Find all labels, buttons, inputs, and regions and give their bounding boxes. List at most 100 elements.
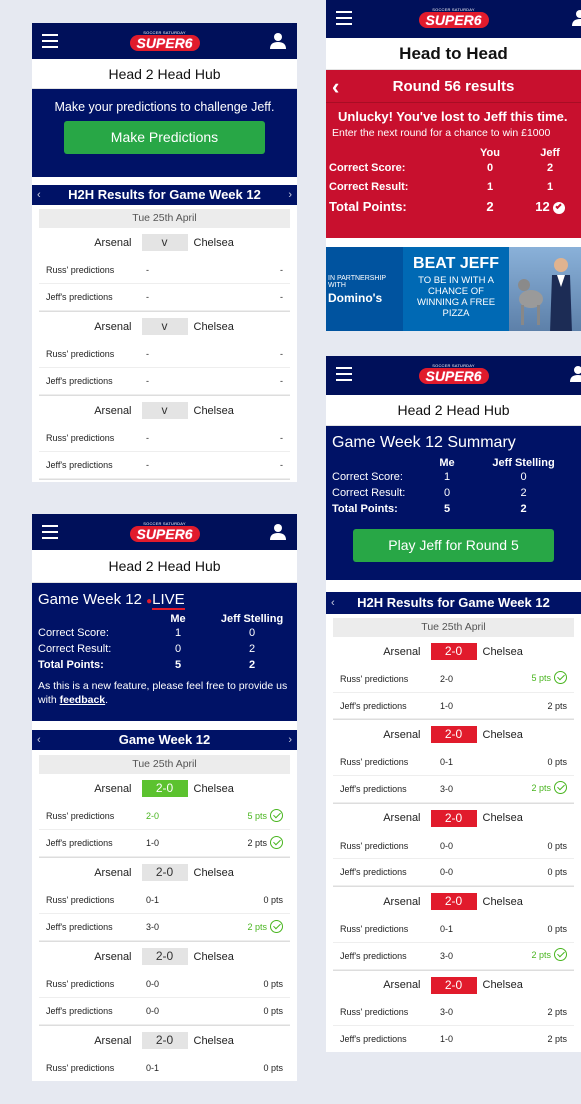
hamburger-menu-icon[interactable] — [336, 11, 352, 25]
home-team: Arsenal — [94, 236, 132, 249]
prediction-score: 1-0 — [440, 1034, 454, 1045]
prediction-name: Russ' predictions — [46, 811, 115, 821]
prediction-name: Jeff's predictions — [340, 1034, 407, 1045]
match-header: Arsenal 2-0 Chelsea — [326, 637, 581, 666]
prediction-score: 0-1 — [440, 757, 454, 768]
gameweek-summary: Game Week 12 Summary Me Jeff Stelling Cor… — [326, 426, 581, 580]
lost-message: Unlucky! You've lost to Jeff this time. — [338, 109, 568, 124]
user-icon[interactable] — [571, 9, 581, 27]
home-team: Arsenal — [383, 812, 421, 825]
summary-me: 5 — [443, 503, 451, 515]
logo-title: SUPER6 — [129, 526, 200, 542]
play-jeff-button[interactable]: Play Jeff for Round 5 — [353, 529, 554, 562]
prediction-row: Russ' predictions 0-1 0 pts — [333, 916, 574, 943]
match-header: Arsenal 2-0 Chelsea — [326, 971, 581, 1000]
summary-jeff: 0 — [520, 471, 527, 483]
prediction-score: 3-0 — [440, 783, 454, 794]
make-predictions-button[interactable]: Make Predictions — [64, 121, 265, 154]
col-jeff: Jeff Stelling — [220, 613, 284, 625]
points-value: 5 pts — [531, 673, 551, 684]
summary-jeff: 2 — [520, 503, 527, 515]
round-jeff: 1 — [520, 178, 580, 197]
match-score: 2-0 — [430, 893, 477, 911]
summary-jeff: 2 — [248, 659, 256, 671]
feedback-link[interactable]: feedback — [60, 694, 106, 706]
live-badge: LIVE — [152, 591, 185, 610]
prediction-points: 0 pts — [223, 895, 283, 905]
super6-logo[interactable]: SOCCER SATURDAY SUPER6 — [418, 363, 489, 384]
prediction-name: Russ' predictions — [46, 433, 115, 443]
jeff-photo — [509, 247, 581, 331]
prediction-row: Russ' predictions 0-1 0 pts — [39, 1055, 290, 1081]
summary-row: Correct Score: 1 0 — [332, 469, 575, 485]
dominos-banner[interactable]: IN PARTNERSHIP WITH Domino's BEAT JEFF T… — [326, 247, 581, 331]
away-team: Chelsea — [482, 895, 523, 908]
summary-me: 5 — [174, 659, 182, 671]
results-bar-title: Game Week 12 — [118, 732, 211, 747]
points-value: 2 pts — [547, 700, 567, 711]
match-date: Tue 25th April — [39, 755, 290, 774]
chevron-left-icon[interactable]: ‹ — [332, 70, 339, 103]
round-row: Total Points: 2 12 — [326, 197, 581, 216]
match-header: Arsenal 2-0 Chelsea — [326, 804, 581, 833]
prediction-name: Russ' predictions — [46, 349, 115, 359]
user-icon[interactable] — [569, 365, 581, 383]
prediction-points: - — [223, 349, 283, 359]
chevron-left-icon[interactable]: ‹ — [37, 185, 41, 205]
hamburger-menu-icon[interactable] — [336, 367, 352, 381]
round-jeff: 12 — [520, 197, 580, 216]
away-team: Chelsea — [482, 728, 523, 741]
round-row: Correct Result: 1 1 — [326, 178, 581, 197]
chevron-right-icon[interactable]: › — [288, 185, 292, 205]
user-icon[interactable] — [269, 32, 287, 50]
chevron-left-icon[interactable]: ‹ — [331, 592, 335, 614]
points-value: - — [280, 265, 283, 275]
prediction-name: Russ' predictions — [340, 757, 409, 768]
prediction-score: 1-0 — [440, 700, 454, 711]
round-you: 2 — [486, 199, 494, 214]
jeff-illustration — [518, 258, 572, 331]
hamburger-menu-icon[interactable] — [42, 34, 58, 48]
prediction-score: - — [146, 292, 149, 302]
match-header: Arsenal v Chelsea — [32, 396, 297, 425]
prediction-points: 0 pts — [223, 1063, 283, 1073]
summary-label: Correct Result: — [332, 487, 406, 499]
prediction-points: - — [223, 292, 283, 302]
summary-me: 1 — [174, 627, 182, 639]
hamburger-menu-icon[interactable] — [42, 525, 58, 539]
chevron-right-icon[interactable]: › — [288, 730, 292, 750]
points-value: 0 pts — [547, 840, 567, 851]
col-jeff: Jeff Stelling — [492, 457, 555, 469]
match-header: Arsenal 2-0 Chelsea — [32, 774, 297, 803]
prediction-score: 2-0 — [146, 811, 160, 821]
chevron-left-icon[interactable]: ‹ — [37, 730, 41, 750]
home-team: Arsenal — [94, 320, 132, 333]
check-circle-icon — [554, 781, 567, 795]
prediction-row: Russ' predictions 0-1 0 pts — [333, 749, 574, 777]
summary-jeff: 2 — [248, 643, 256, 655]
match-date: Tue 25th April — [39, 209, 290, 228]
prediction-name: Russ' predictions — [46, 979, 115, 989]
feedback-note: As this is a new feature, please feel fr… — [38, 680, 288, 706]
match-header: Arsenal 2-0 Chelsea — [326, 887, 581, 916]
prediction-score: - — [146, 376, 149, 386]
match-header: Arsenal 2-0 Chelsea — [32, 942, 297, 971]
super6-logo[interactable]: SOCCER SATURDAY SUPER6 — [418, 7, 489, 28]
round-table: You Jeff Correct Score: 0 2 Correct Result: 1… — [326, 147, 581, 216]
user-icon[interactable] — [269, 523, 287, 541]
round-jeff-value: 1 — [546, 181, 554, 193]
screen-head-to-head-result: SOCCER SATURDAY SUPER6 Head to Head ‹ Rou… — [326, 0, 581, 331]
prediction-points: 2 pts — [507, 1007, 567, 1017]
match-score: 2-0 — [141, 948, 188, 965]
prediction-score: 2-0 — [440, 673, 454, 684]
prediction-points: 0 pts — [507, 841, 567, 851]
away-team: Chelsea — [193, 1034, 234, 1047]
super6-logo[interactable]: SOCCER SATURDAY SUPER6 — [129, 521, 200, 542]
super6-logo[interactable]: SOCCER SATURDAY SUPER6 — [129, 30, 200, 51]
round-header: ‹ Round 56 results — [326, 70, 581, 103]
round-jeff: 2 — [520, 159, 580, 178]
prediction-score: 3-0 — [440, 1007, 454, 1018]
prediction-points: 2 pts — [507, 1034, 567, 1044]
summary-label: Correct Score: — [332, 471, 403, 483]
page-title: Head to Head — [326, 38, 581, 70]
